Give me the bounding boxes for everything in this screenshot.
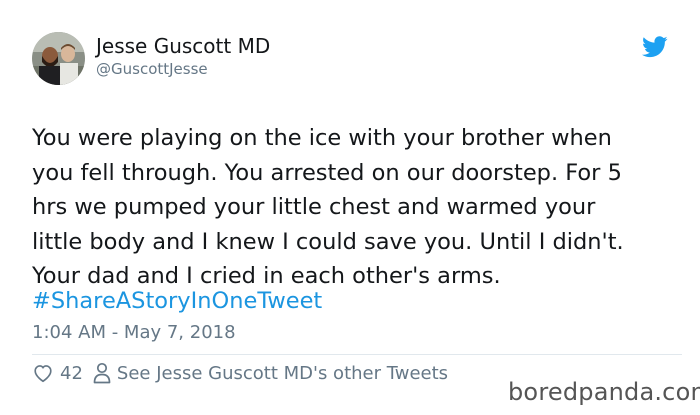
other-tweets-link[interactable]: See Jesse Guscott MD's other Tweets xyxy=(117,363,448,384)
tweet-text: You were playing on the ice with your br… xyxy=(32,125,624,289)
person-icon xyxy=(93,362,111,384)
author-handle[interactable]: @GuscottJesse xyxy=(96,60,208,78)
twitter-bird-icon[interactable] xyxy=(642,36,668,58)
hashtag-link[interactable]: #ShareAStoryInOneTweet xyxy=(32,284,322,319)
heart-icon[interactable] xyxy=(32,362,54,384)
boredpanda-watermark: boredpanda.com xyxy=(508,378,700,406)
tweet-timestamp[interactable]: 1:04 AM - May 7, 2018 xyxy=(32,322,236,344)
tweet-card: Jesse Guscott MD @GuscottJesse You were … xyxy=(0,0,700,415)
author-name[interactable]: Jesse Guscott MD xyxy=(96,34,270,58)
avatar-photo xyxy=(32,32,85,85)
like-count: 42 xyxy=(60,362,83,384)
divider xyxy=(32,354,682,355)
tweet-actions: 42 See Jesse Guscott MD's other Tweets xyxy=(32,360,448,386)
author-avatar[interactable] xyxy=(32,32,85,85)
